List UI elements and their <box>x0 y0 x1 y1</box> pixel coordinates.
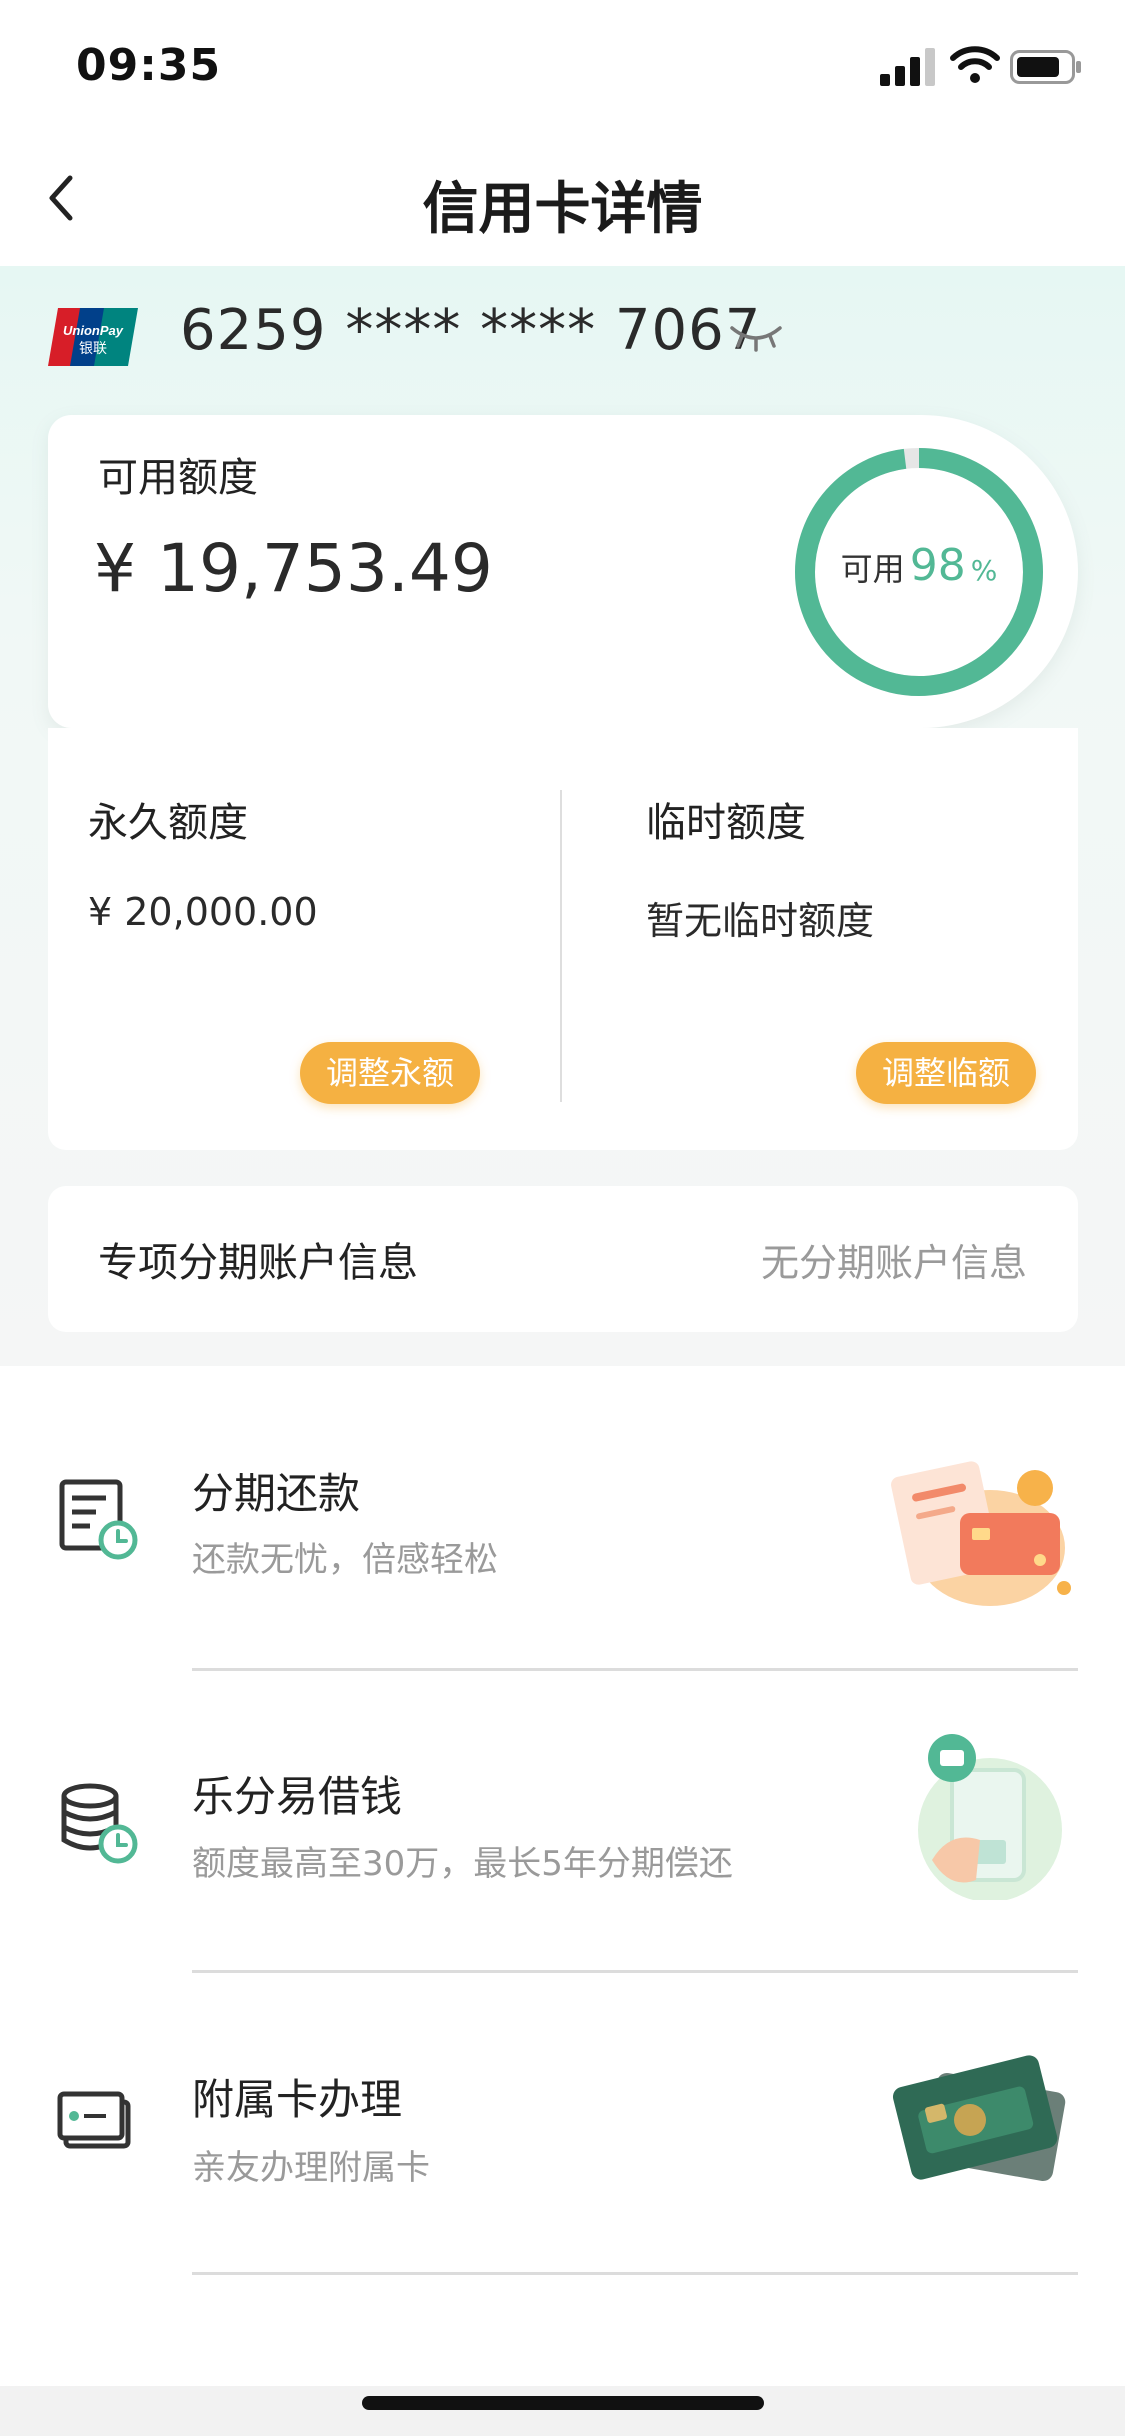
row-divider <box>192 2272 1078 2275</box>
available-credit-label: 可用额度 <box>98 455 258 501</box>
quota-divider <box>560 790 562 1102</box>
service-subtitle: 亲友办理附属卡 <box>192 2148 430 2188</box>
status-time: 09:35 <box>76 40 222 91</box>
installment-account-value: 无分期账户信息 <box>760 1241 1027 1285</box>
available-credit-amount: ¥ 19,753.49 <box>94 530 493 607</box>
svg-text:UnionPay: UnionPay <box>63 323 124 338</box>
card-number: 6259 **** **** 7067 <box>180 298 762 363</box>
card-icon <box>57 2091 131 2149</box>
ring-percent-unit: % <box>970 554 998 587</box>
home-indicator-area <box>0 2386 1125 2436</box>
coins-clock-icon <box>61 1783 138 1864</box>
ring-percent: 98 <box>909 540 966 591</box>
service-title[interactable]: 分期还款 <box>192 1460 360 1521</box>
temporary-quota-label: 临时额度 <box>646 800 806 846</box>
cellular-signal-icon <box>880 48 935 86</box>
temporary-quota-value: 暂无临时额度 <box>646 899 875 943</box>
permanent-quota-value: ¥ 20,000.00 <box>88 890 318 934</box>
bill-clock-icon <box>59 1479 138 1560</box>
permanent-quota-label: 永久额度 <box>88 800 248 846</box>
unionpay-logo-icon: UnionPay 银联 <box>48 308 138 366</box>
adjust-temporary-button[interactable]: 调整临额 <box>856 1042 1036 1104</box>
service-subtitle: 额度最高至30万，最长5年分期偿还 <box>192 1844 733 1884</box>
ring-center-text: 可用 98 % <box>795 540 1043 591</box>
row-divider <box>192 1668 1078 1671</box>
svg-text:银联: 银联 <box>79 341 107 357</box>
home-indicator[interactable] <box>362 2396 764 2410</box>
wifi-icon <box>950 46 1000 83</box>
service-title[interactable]: 附属卡办理 <box>192 2066 402 2127</box>
installment-account-label: 专项分期账户信息 <box>98 1240 418 1286</box>
service-subtitle: 还款无忧，倍感轻松 <box>192 1540 498 1580</box>
installment-illustration <box>891 1461 1071 1606</box>
eye-closed-icon[interactable] <box>728 322 784 354</box>
page-title: 信用卡详情 <box>422 177 703 242</box>
card-illustration <box>892 2055 1066 2182</box>
ring-label: 可用 <box>840 550 905 588</box>
service-title[interactable]: 乐分易借钱 <box>192 1763 402 1824</box>
row-divider <box>192 1970 1078 1973</box>
adjust-permanent-button[interactable]: 调整永额 <box>300 1042 480 1104</box>
battery-icon <box>1010 50 1081 84</box>
loan-illustration <box>918 1734 1062 1900</box>
